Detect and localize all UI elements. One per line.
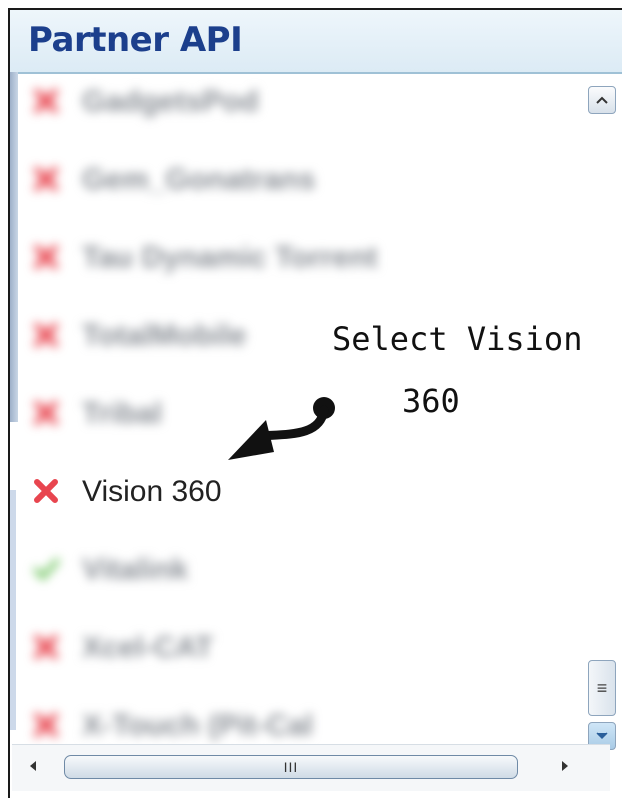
list-item[interactable]: GadgetsPod xyxy=(24,72,584,132)
horizontal-scroll-thumb[interactable]: III xyxy=(64,755,518,779)
list-item-label: Tribal xyxy=(82,397,163,430)
scroll-right-arrow-icon[interactable] xyxy=(560,759,570,778)
close-x-icon xyxy=(32,165,62,195)
annotation-line-2: 360 xyxy=(402,382,460,420)
close-x-icon xyxy=(32,633,62,663)
list-item-label: Gem_Gonatrans xyxy=(82,163,316,196)
annotation-arrow-icon xyxy=(228,397,335,460)
panel-title: Partner API xyxy=(28,20,243,60)
list-item[interactable]: Gem_Gonatrans xyxy=(24,150,584,210)
close-x-icon xyxy=(32,477,62,507)
list-item-label: X-Touch (Pit-Cal xyxy=(82,709,314,742)
list-item-label: Vitalink xyxy=(82,553,189,586)
close-x-icon xyxy=(32,711,62,741)
close-x-icon xyxy=(32,321,62,351)
vertical-scrollbar[interactable]: ≡ xyxy=(588,80,622,750)
list-item-label: Xcel-CAT xyxy=(82,631,214,664)
list-item-label: Vision 360 xyxy=(82,475,222,508)
close-x-icon xyxy=(32,87,62,117)
grip-icon: ≡ xyxy=(596,677,608,698)
list-item-label: GadgetsPod xyxy=(82,85,259,118)
check-icon xyxy=(32,555,62,585)
horizontal-scrollbar[interactable]: III xyxy=(12,744,610,791)
annotation-line-1: Select Vision xyxy=(332,320,583,358)
left-border-strip xyxy=(10,72,18,422)
vertical-scroll-thumb[interactable]: ≡ xyxy=(588,660,616,716)
title-bar: Partner API xyxy=(10,10,622,74)
list-item[interactable]: Vitalink xyxy=(24,540,584,600)
grip-icon: III xyxy=(283,759,299,775)
list-item-label: TotalMobile xyxy=(82,319,247,352)
close-x-icon xyxy=(32,243,62,273)
list-item[interactable]: Tau Dynamic Torrent xyxy=(24,228,584,288)
scroll-up-arrow-icon[interactable] xyxy=(588,86,616,114)
list-item-label: Tau Dynamic Torrent xyxy=(82,241,378,274)
scroll-left-arrow-icon[interactable] xyxy=(28,759,38,778)
list-item[interactable]: Xcel-CAT xyxy=(24,618,584,678)
close-x-icon xyxy=(32,399,62,429)
left-border-strip-lower xyxy=(10,490,16,730)
